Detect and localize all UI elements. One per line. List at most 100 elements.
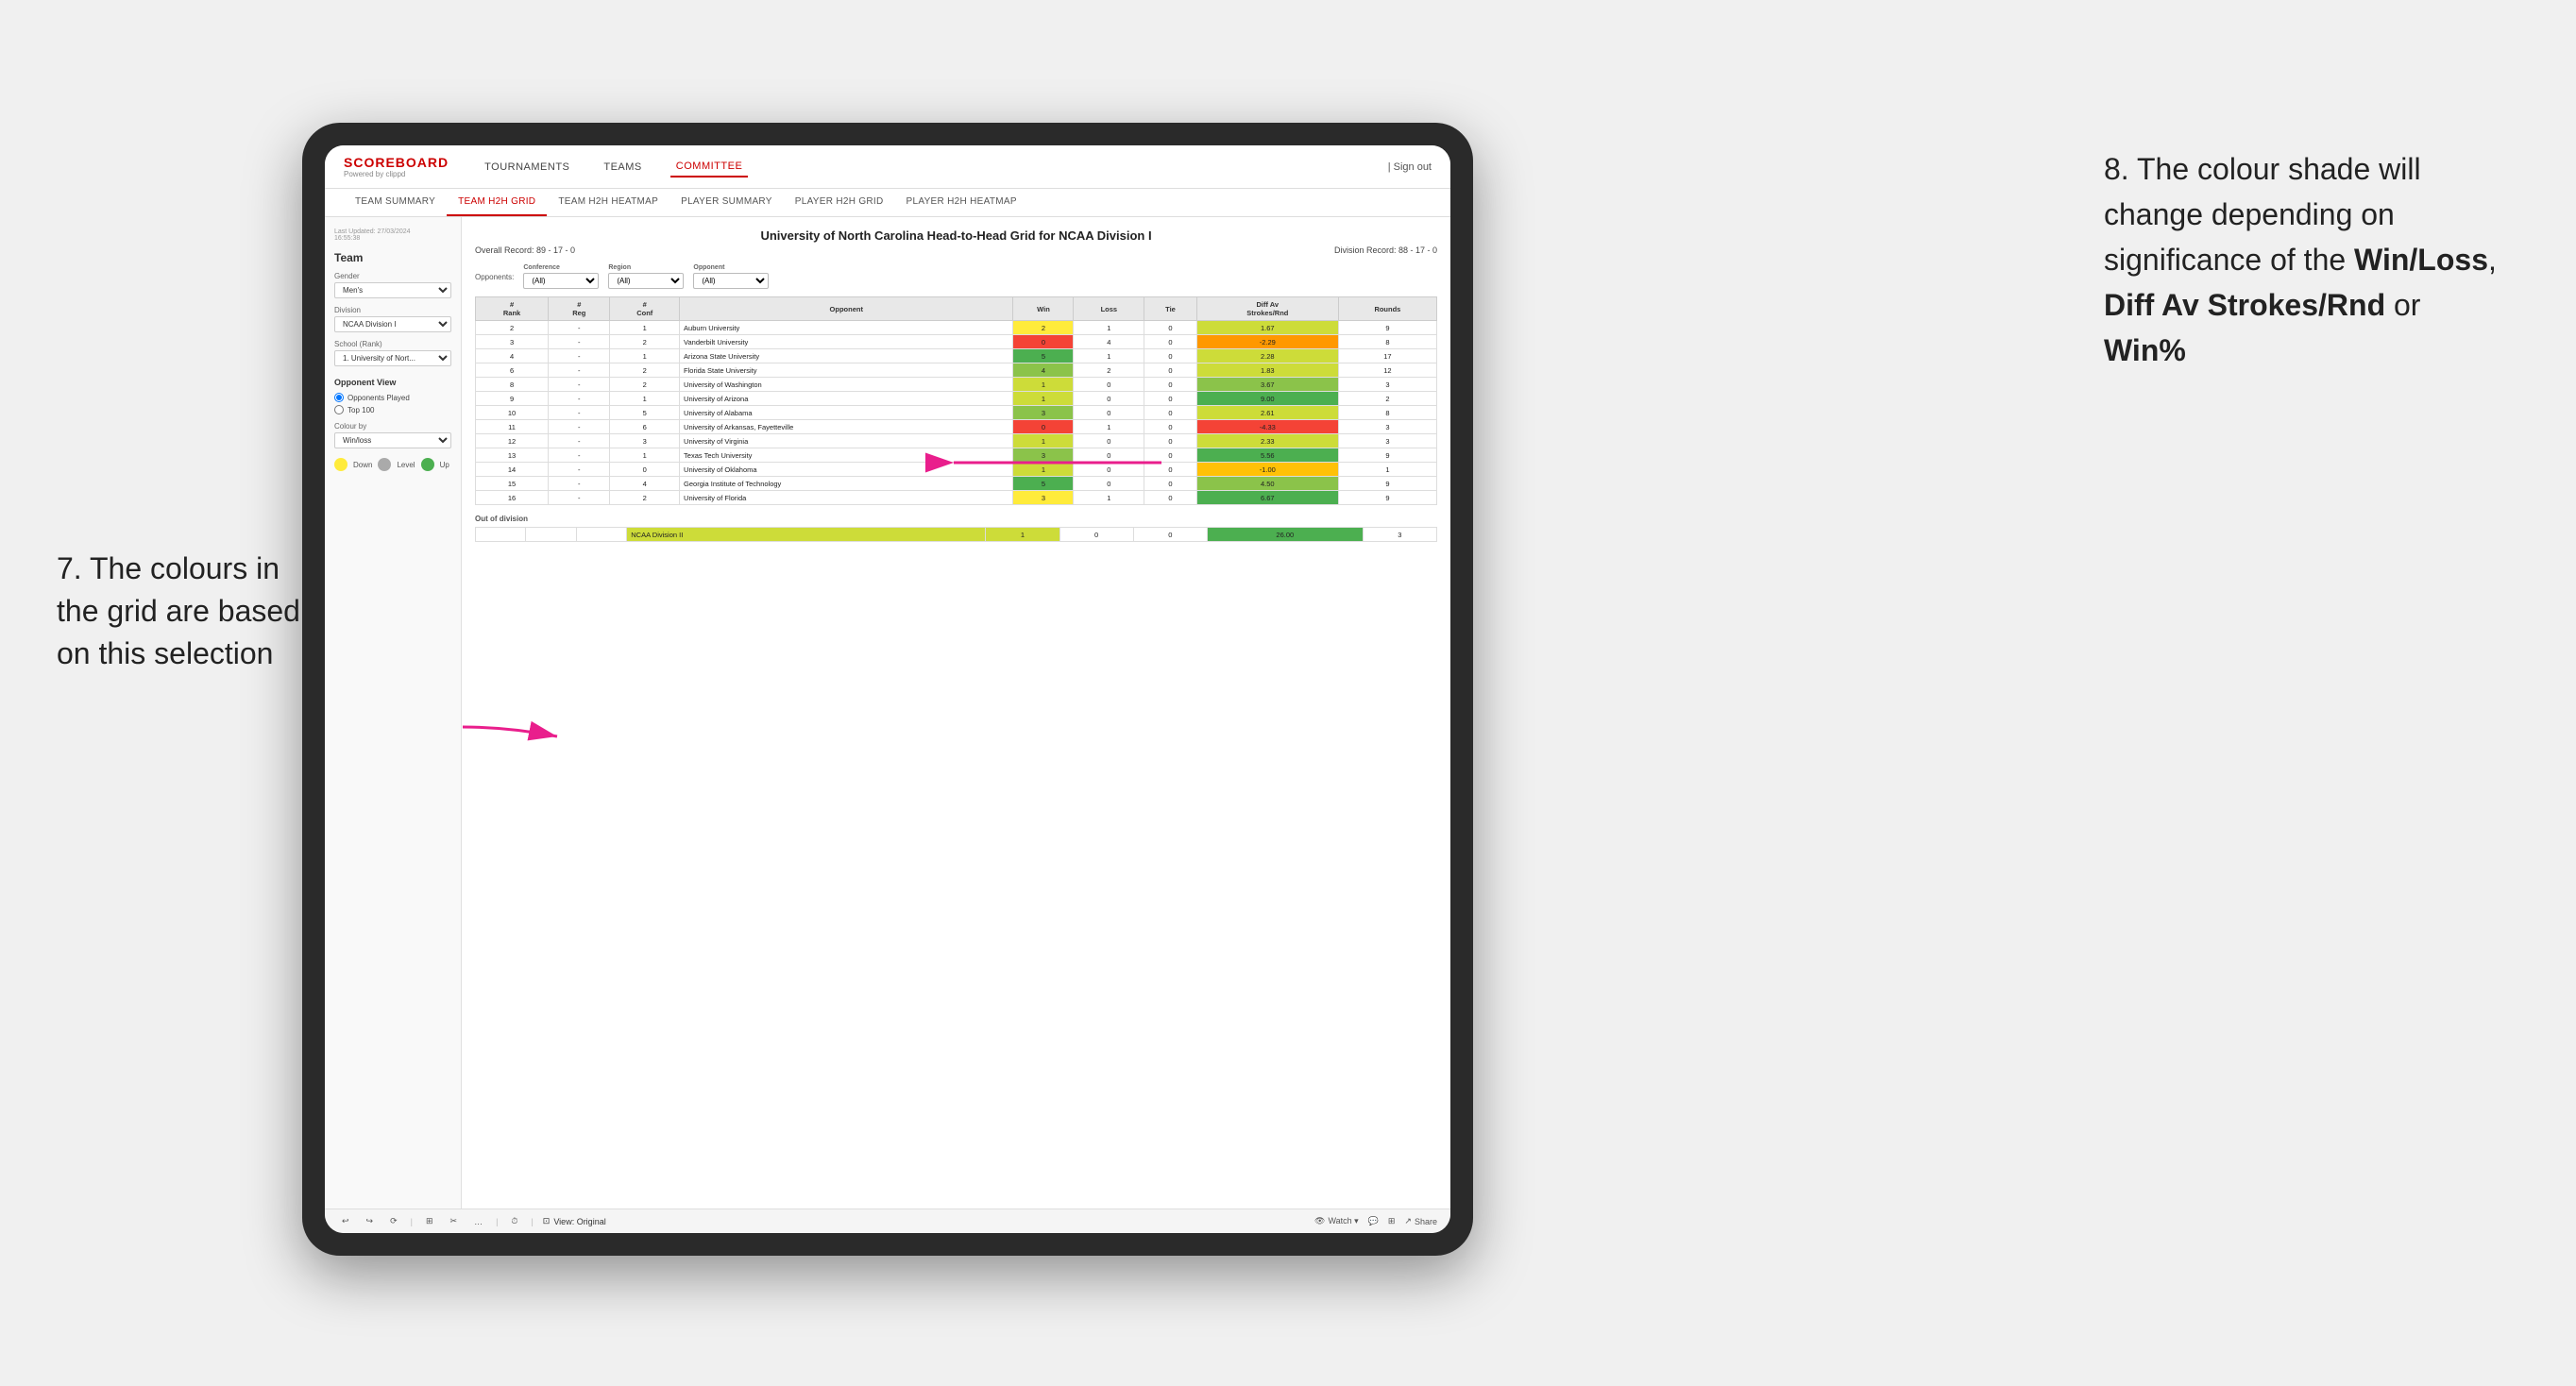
cell-0-3: Auburn University bbox=[680, 321, 1013, 335]
cell-8-4: 1 bbox=[1013, 434, 1074, 448]
watch-button[interactable]: 👁 Watch ▾ bbox=[1314, 1216, 1359, 1226]
comment-button[interactable]: 💬 bbox=[1368, 1216, 1379, 1226]
legend-level-dot bbox=[378, 458, 391, 471]
region-label: Region bbox=[608, 264, 684, 271]
legend-up-label: Up bbox=[440, 461, 449, 469]
cell-4-5: 0 bbox=[1074, 378, 1144, 392]
table-row: 11-6University of Arkansas, Fayetteville… bbox=[476, 420, 1437, 434]
logo-area: SCOREBOARD Powered by clippd bbox=[344, 155, 449, 178]
logo-text: SCOREBOARD bbox=[344, 155, 449, 170]
view-icon: ⊡ bbox=[543, 1216, 551, 1226]
cell-6-4: 3 bbox=[1013, 406, 1074, 420]
conference-select[interactable]: (All) bbox=[523, 273, 599, 289]
cell-11-0: 15 bbox=[476, 477, 549, 491]
sign-out-button[interactable]: | Sign out bbox=[1388, 161, 1432, 173]
radio-opponents-played[interactable]: Opponents Played bbox=[334, 393, 451, 402]
conference-label: Conference bbox=[523, 264, 599, 271]
sub-nav-player-summary[interactable]: PLAYER SUMMARY bbox=[669, 189, 784, 216]
cell-0-6: 0 bbox=[1144, 321, 1197, 335]
sub-nav-team-h2h-heatmap[interactable]: TEAM H2H HEATMAP bbox=[547, 189, 669, 216]
grid-view-button[interactable]: ⊞ bbox=[1388, 1216, 1396, 1226]
main-content: Last Updated: 27/03/202416:55:38 Team Ge… bbox=[325, 217, 1450, 1209]
cell-10-0: 14 bbox=[476, 463, 549, 477]
school-select[interactable]: 1. University of Nort... bbox=[334, 350, 451, 366]
bottom-toolbar: ↩ ↪ ⟳ | ⊞ ✂ … | ⏱ | ⊡ View: Original 👁 W… bbox=[325, 1209, 1450, 1233]
cell-1-0: 3 bbox=[476, 335, 549, 349]
annotation-right: 8. The colour shade will change dependin… bbox=[2104, 146, 2500, 373]
cell-5-3: University of Arizona bbox=[680, 392, 1013, 406]
nav-committee[interactable]: COMMITTEE bbox=[670, 157, 749, 177]
cell-9-2: 1 bbox=[610, 448, 680, 463]
cell-1-2: 2 bbox=[610, 335, 680, 349]
cell-9-3: Texas Tech University bbox=[680, 448, 1013, 463]
cell-7-8: 3 bbox=[1338, 420, 1436, 434]
cell-11-3: Georgia Institute of Technology bbox=[680, 477, 1013, 491]
cell-2-0: 4 bbox=[476, 349, 549, 363]
annotation-left: 7. The colours in the grid are based on … bbox=[57, 548, 321, 674]
cell-9-1: - bbox=[549, 448, 610, 463]
sub-nav-player-h2h-heatmap[interactable]: PLAYER H2H HEATMAP bbox=[895, 189, 1028, 216]
legend-row: Down Level Up bbox=[334, 458, 451, 471]
cell-10-2: 0 bbox=[610, 463, 680, 477]
eye-icon: 👁 bbox=[1314, 1216, 1325, 1226]
nav-teams[interactable]: TEAMS bbox=[598, 158, 647, 177]
gender-select[interactable]: Men's bbox=[334, 282, 451, 298]
cell-0-8: 9 bbox=[1338, 321, 1436, 335]
cell-0-7: 1.67 bbox=[1196, 321, 1338, 335]
radio-top-100[interactable]: Top 100 bbox=[334, 405, 451, 414]
cell-10-6: 0 bbox=[1144, 463, 1197, 477]
share-button[interactable]: ↗ Share bbox=[1404, 1216, 1437, 1226]
overall-record: Overall Record: 89 - 17 - 0 bbox=[475, 245, 575, 255]
sub-nav-team-h2h-grid[interactable]: TEAM H2H GRID bbox=[447, 189, 547, 216]
region-select[interactable]: (All) bbox=[608, 273, 684, 289]
colour-by-select[interactable]: Win/loss bbox=[334, 432, 451, 448]
cell-6-5: 0 bbox=[1074, 406, 1144, 420]
ood-conf bbox=[576, 528, 626, 542]
sub-nav-player-h2h-grid[interactable]: PLAYER H2H GRID bbox=[784, 189, 895, 216]
cell-4-2: 2 bbox=[610, 378, 680, 392]
cell-0-5: 1 bbox=[1074, 321, 1144, 335]
cell-11-8: 9 bbox=[1338, 477, 1436, 491]
col-reg: #Reg bbox=[549, 297, 610, 321]
h2h-table: #Rank #Reg #Conf Opponent Win Loss Tie D… bbox=[475, 296, 1437, 505]
cell-8-0: 12 bbox=[476, 434, 549, 448]
cut-button[interactable]: ✂ bbox=[447, 1214, 462, 1228]
cell-0-4: 2 bbox=[1013, 321, 1074, 335]
cell-5-2: 1 bbox=[610, 392, 680, 406]
filters-row: Opponents: Conference (All) Region (All) bbox=[475, 264, 1437, 289]
table-row: 4-1Arizona State University5102.2817 bbox=[476, 349, 1437, 363]
grid-title: University of North Carolina Head-to-Hea… bbox=[475, 228, 1437, 243]
cell-6-8: 8 bbox=[1338, 406, 1436, 420]
cell-11-1: - bbox=[549, 477, 610, 491]
grid-area: University of North Carolina Head-to-Hea… bbox=[462, 217, 1450, 1209]
table-row: 14-0University of Oklahoma100-1.001 bbox=[476, 463, 1437, 477]
sub-nav-team-summary[interactable]: TEAM SUMMARY bbox=[344, 189, 447, 216]
cell-10-1: - bbox=[549, 463, 610, 477]
cell-12-3: University of Florida bbox=[680, 491, 1013, 505]
division-select[interactable]: NCAA Division I bbox=[334, 316, 451, 332]
nav-tournaments[interactable]: TOURNAMENTS bbox=[479, 158, 575, 177]
table-row: 13-1Texas Tech University3005.569 bbox=[476, 448, 1437, 463]
cell-8-8: 3 bbox=[1338, 434, 1436, 448]
legend-down-label: Down bbox=[353, 461, 372, 469]
timestamp: Last Updated: 27/03/202416:55:38 bbox=[334, 228, 451, 242]
timer-button[interactable]: ⏱ bbox=[507, 1214, 521, 1228]
cell-3-8: 12 bbox=[1338, 363, 1436, 378]
undo-button[interactable]: ↩ bbox=[338, 1214, 353, 1228]
refresh-button[interactable]: ⟳ bbox=[386, 1214, 401, 1228]
opponent-filter: Opponent (All) bbox=[693, 264, 769, 289]
redo-button[interactable]: ↪ bbox=[363, 1214, 378, 1228]
cell-3-0: 6 bbox=[476, 363, 549, 378]
col-tie: Tie bbox=[1144, 297, 1197, 321]
cell-7-1: - bbox=[549, 420, 610, 434]
cell-2-8: 17 bbox=[1338, 349, 1436, 363]
cell-7-4: 0 bbox=[1013, 420, 1074, 434]
opponent-select[interactable]: (All) bbox=[693, 273, 769, 289]
view-original-button[interactable]: ⊡ View: Original bbox=[543, 1216, 606, 1226]
cell-4-1: - bbox=[549, 378, 610, 392]
grid-button[interactable]: ⊞ bbox=[422, 1214, 437, 1228]
cell-5-5: 0 bbox=[1074, 392, 1144, 406]
cell-2-2: 1 bbox=[610, 349, 680, 363]
cell-1-1: - bbox=[549, 335, 610, 349]
more-button[interactable]: … bbox=[470, 1215, 486, 1228]
